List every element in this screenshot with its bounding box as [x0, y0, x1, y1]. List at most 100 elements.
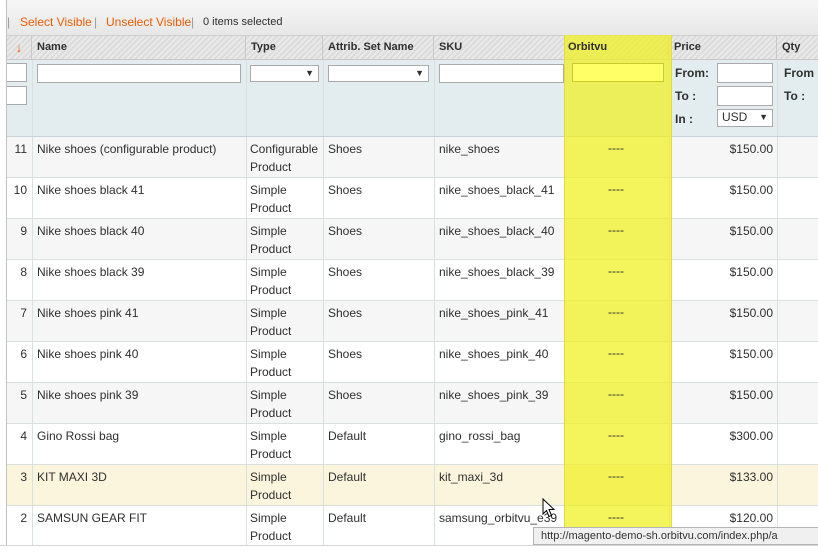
row-attrib-set: Shoes: [328, 142, 363, 156]
name-column-header[interactable]: Name: [32, 36, 246, 59]
price-currency-label: In :: [675, 112, 693, 126]
row-price: $150.00: [729, 347, 773, 361]
row-attrib-set: Shoes: [328, 224, 363, 238]
qty-column-header[interactable]: Qty: [777, 36, 818, 59]
row-orbitvu: ----: [608, 223, 624, 237]
qty-to-label: To :: [784, 89, 806, 103]
row-attrib-set: Shoes: [328, 347, 363, 361]
column-divider: [669, 383, 670, 424]
row-orbitvu: ----: [608, 346, 624, 360]
separator: |: [191, 15, 195, 29]
column-divider: [777, 219, 778, 260]
row-sku: nike_shoes_pink_39: [439, 388, 549, 402]
row-orbitvu: ----: [608, 264, 624, 278]
column-divider: [777, 260, 778, 301]
row-type-line2: Product: [250, 405, 292, 420]
column-divider: [246, 60, 247, 136]
price-column-header[interactable]: Price: [669, 36, 777, 59]
row-sku: nike_shoes_pink_41: [439, 306, 549, 320]
sku-column-header[interactable]: SKU: [434, 36, 565, 59]
table-row[interactable]: 11 Nike shoes (configurable product) Confi…: [7, 137, 818, 178]
row-sku: samsung_orbitvu_e39: [439, 511, 558, 525]
grid-header: ↓ Name Type Attrib. Set Name SKU Price Q…: [7, 36, 818, 60]
column-divider: [777, 60, 778, 136]
column-divider: [434, 137, 435, 178]
row-id: 6: [20, 347, 27, 361]
column-divider: [246, 219, 247, 260]
sku-filter-input[interactable]: [439, 64, 564, 83]
row-type-line2: Product: [250, 446, 292, 461]
row-orbitvu: ----: [608, 305, 624, 319]
price-from-label: From:: [675, 66, 709, 80]
row-type: Simple: [250, 429, 287, 443]
attrib-set-column-header[interactable]: Attrib. Set Name: [323, 36, 434, 59]
unselect-visible-link[interactable]: Unselect Visible: [106, 15, 191, 29]
row-name: SAMSUN GEAR FIT: [37, 511, 148, 525]
table-row[interactable]: 8 Nike shoes black 39 Simple Shoes nike_shoe…: [7, 260, 818, 301]
column-divider: [434, 60, 435, 136]
row-sku: nike_shoes_black_39: [439, 265, 555, 279]
row-type: Simple: [250, 388, 287, 402]
row-type: Simple: [250, 470, 287, 484]
table-row[interactable]: 4 Gino Rossi bag Simple Default gino_rossi_b…: [7, 424, 818, 465]
column-divider: [777, 342, 778, 383]
orbitvu-filter-input[interactable]: [572, 63, 664, 82]
row-type-line2: Product: [250, 282, 292, 297]
price-from-input[interactable]: [717, 63, 773, 83]
row-name: Nike shoes pink 39: [37, 388, 139, 402]
column-divider: [32, 137, 33, 178]
price-to-input[interactable]: [717, 86, 773, 106]
table-row[interactable]: 6 Nike shoes pink 40 Simple Shoes nike_shoes…: [7, 342, 818, 383]
column-divider: [32, 60, 33, 136]
column-divider: [669, 465, 670, 506]
name-filter-input[interactable]: [37, 64, 241, 83]
row-sku: nike_shoes_black_41: [439, 183, 555, 197]
table-row[interactable]: 9 Nike shoes black 40 Simple Shoes nike_shoe…: [7, 219, 818, 260]
column-divider: [669, 342, 670, 383]
filter-row: ▼ ▼ From: To : In : USD ▼ From To :: [7, 60, 818, 137]
row-type: Simple: [250, 224, 287, 238]
row-sku: gino_rossi_bag: [439, 429, 521, 443]
row-type: Simple: [250, 306, 287, 320]
column-divider: [246, 137, 247, 178]
id-to-input[interactable]: [7, 86, 27, 105]
column-divider: [32, 219, 33, 260]
table-row[interactable]: 5 Nike shoes pink 39 Simple Shoes nike_shoes…: [7, 383, 818, 424]
id-column-header[interactable]: ↓: [7, 36, 32, 59]
row-type: Simple: [250, 265, 287, 279]
currency-select[interactable]: USD ▼: [717, 109, 773, 127]
column-divider: [434, 260, 435, 301]
column-divider: [323, 260, 324, 301]
table-row[interactable]: 10 Nike shoes black 41 Simple Shoes nike_sho…: [7, 178, 818, 219]
type-filter-select[interactable]: ▼: [250, 65, 319, 82]
row-attrib-set: Shoes: [328, 306, 363, 320]
column-divider: [32, 260, 33, 301]
row-price: $150.00: [729, 306, 773, 320]
column-divider: [246, 301, 247, 342]
row-id: 3: [20, 470, 27, 484]
column-divider: [669, 178, 670, 219]
column-divider: [669, 424, 670, 465]
row-name: Gino Rossi bag: [37, 429, 120, 443]
orbitvu-column-header[interactable]: Orbitvu: [568, 41, 607, 53]
row-id: 4: [20, 429, 27, 443]
row-name: Nike shoes black 39: [37, 265, 145, 279]
row-id: 5: [20, 388, 27, 402]
attrib-set-filter-select[interactable]: ▼: [328, 65, 429, 82]
column-divider: [323, 60, 324, 136]
separator: |: [7, 15, 11, 29]
row-attrib-set: Shoes: [328, 388, 363, 402]
table-row[interactable]: 7 Nike shoes pink 41 Simple Shoes nike_shoes…: [7, 301, 818, 342]
id-from-input[interactable]: [7, 63, 27, 82]
table-row[interactable]: 3 KIT MAXI 3D Simple Default kit_maxi_3d $133…: [7, 465, 818, 506]
select-visible-link[interactable]: Select Visible: [20, 15, 92, 29]
column-divider: [434, 465, 435, 506]
row-type-line2: Product: [250, 159, 292, 174]
column-divider: [434, 301, 435, 342]
row-price: $150.00: [729, 224, 773, 238]
row-name: Nike shoes pink 41: [37, 306, 139, 320]
type-column-header[interactable]: Type: [246, 36, 323, 59]
row-id: 11: [14, 142, 27, 156]
row-attrib-set: Shoes: [328, 265, 363, 279]
row-attrib-set: Default: [328, 470, 367, 484]
